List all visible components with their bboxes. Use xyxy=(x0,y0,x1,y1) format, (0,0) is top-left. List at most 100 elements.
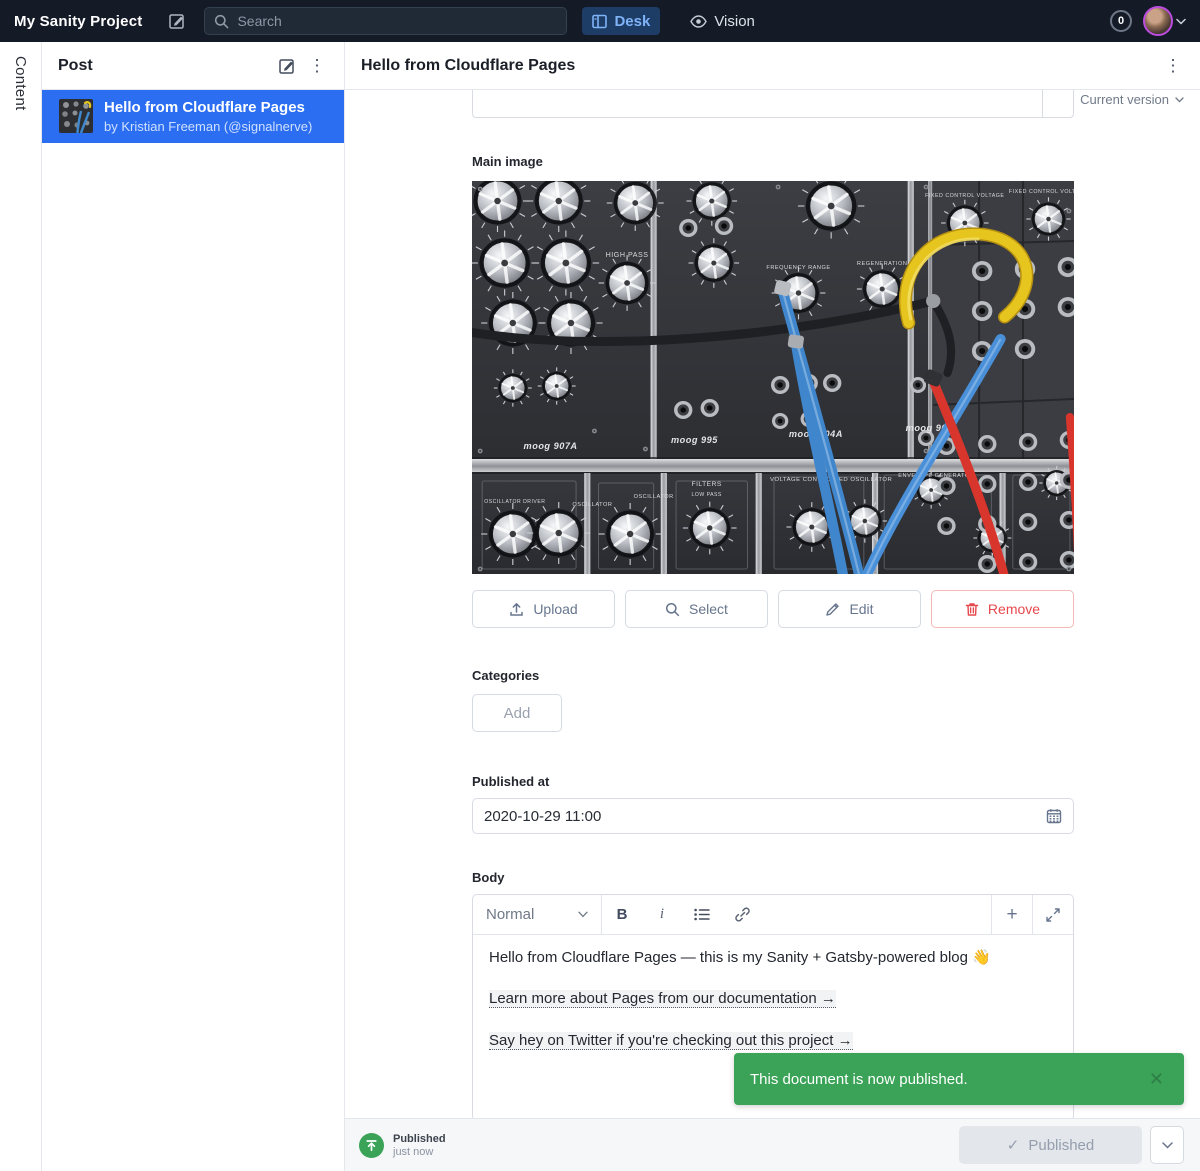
expand-icon xyxy=(1046,908,1060,922)
pane-menu-button[interactable]: ⋮ xyxy=(302,51,332,81)
select-button[interactable]: Select xyxy=(625,590,768,628)
document-header: Hello from Cloudflare Pages ⋮ xyxy=(345,42,1200,90)
content-rail[interactable]: Content xyxy=(0,42,42,1171)
remove-button[interactable]: Remove xyxy=(931,590,1074,628)
bullet-list-button[interactable] xyxy=(682,895,722,934)
publish-status-title: Published xyxy=(393,1133,446,1145)
version-selector[interactable]: Current version xyxy=(1080,92,1184,107)
svg-text:FIXED CONTROL VOLTAGE: FIXED CONTROL VOLTAGE xyxy=(1009,189,1074,195)
search-icon xyxy=(214,14,229,29)
desk-icon xyxy=(592,14,607,29)
document-pane: Hello from Cloudflare Pages ⋮ Current ve… xyxy=(345,42,1200,1171)
clipped-field xyxy=(472,90,1074,118)
publish-button[interactable]: ✓ Published xyxy=(959,1126,1142,1164)
body-link-twitter[interactable]: Say hey on Twitter if you're checking ou… xyxy=(489,1032,853,1050)
svg-text:moog 995: moog 995 xyxy=(671,435,718,445)
document-title: Hello from Cloudflare Pages xyxy=(361,57,1158,75)
sanity-studio-app: My Sanity Project Desk Vision 0 xyxy=(0,0,1200,1171)
chevron-down-icon xyxy=(1162,1142,1173,1149)
svg-text:ENVELOPE GENERATOR: ENVELOPE GENERATOR xyxy=(898,473,974,479)
svg-text:moog 907A: moog 907A xyxy=(524,441,578,451)
clipped-input[interactable] xyxy=(473,90,1042,117)
field-label-main-image: Main image xyxy=(472,154,1074,169)
bold-button[interactable]: B xyxy=(602,895,642,934)
publish-status-icon xyxy=(359,1133,384,1158)
tab-desk-label: Desk xyxy=(614,13,650,30)
calendar-icon[interactable] xyxy=(1046,808,1062,824)
kebab-menu-icon: ⋮ xyxy=(1165,57,1182,74)
svg-text:FILTERS: FILTERS xyxy=(692,481,722,488)
post-list-pane: Post ⋮ xyxy=(42,42,345,1171)
search-icon xyxy=(665,602,680,617)
italic-button[interactable]: i xyxy=(642,895,682,934)
pencil-icon xyxy=(825,602,840,617)
trash-icon xyxy=(965,602,979,617)
svg-text:LOW PASS: LOW PASS xyxy=(692,492,722,498)
svg-text:FREQUENCY RANGE: FREQUENCY RANGE xyxy=(766,265,830,271)
svg-text:OSCILLATOR DRIVER: OSCILLATOR DRIVER xyxy=(484,499,545,505)
body-link-docs[interactable]: Learn more about Pages from our document… xyxy=(489,990,836,1008)
close-icon[interactable]: ✕ xyxy=(1145,1065,1168,1094)
field-label-categories: Categories xyxy=(472,668,1074,683)
svg-text:FIXED CONTROL VOLTAGE: FIXED CONTROL VOLTAGE xyxy=(925,193,1004,199)
workspace: Content Post ⋮ xyxy=(0,42,1200,1171)
publish-toast: This document is now published. ✕ xyxy=(734,1053,1184,1105)
field-label-published-at: Published at xyxy=(472,774,1074,789)
chevron-down-icon xyxy=(1175,97,1184,103)
svg-text:REGENERATION: REGENERATION xyxy=(857,261,908,267)
plus-icon: + xyxy=(1006,904,1017,926)
publish-status-time: just now xyxy=(393,1146,446,1158)
svg-text:OSCILLATOR: OSCILLATOR xyxy=(572,502,612,508)
kebab-menu-icon: ⋮ xyxy=(309,57,326,74)
tab-vision[interactable]: Vision xyxy=(680,7,765,35)
pane-title: Post xyxy=(58,57,272,75)
svg-text:HIGH PASS: HIGH PASS xyxy=(606,252,649,259)
add-category-button[interactable]: Add xyxy=(472,694,562,732)
chevron-down-icon[interactable] xyxy=(1176,18,1186,25)
chevron-down-icon xyxy=(578,911,588,918)
publish-menu-button[interactable] xyxy=(1150,1126,1184,1164)
expand-editor-button[interactable] xyxy=(1032,895,1073,934)
check-icon: ✓ xyxy=(1007,1136,1020,1154)
topbar: My Sanity Project Desk Vision 0 xyxy=(0,0,1200,42)
compose-icon xyxy=(168,12,186,30)
published-at-field xyxy=(472,798,1074,834)
link-icon xyxy=(735,907,750,922)
main-image-preview[interactable]: HIGH PASS FREQUENCY RANGE REGENERATION FIXE… xyxy=(472,181,1074,574)
upload-button[interactable]: Upload xyxy=(472,590,615,628)
edit-button[interactable]: Edit xyxy=(778,590,921,628)
post-item-subtitle: by Kristian Freeman (@signalnerve) xyxy=(104,119,312,134)
body-paragraph: Hello from Cloudflare Pages — this is my… xyxy=(489,948,1057,968)
new-document-button[interactable] xyxy=(160,6,194,36)
errors-badge[interactable]: 0 xyxy=(1110,10,1132,32)
search-input[interactable] xyxy=(237,13,557,29)
link-button[interactable] xyxy=(722,895,762,934)
global-search[interactable] xyxy=(204,7,567,35)
project-title: My Sanity Project xyxy=(14,13,142,30)
toast-message: This document is now published. xyxy=(750,1071,1145,1088)
insert-block-button[interactable]: + xyxy=(991,895,1032,934)
content-rail-label: Content xyxy=(12,56,29,1171)
post-list-item[interactable]: Hello from Cloudflare Pages by Kristian … xyxy=(42,90,344,143)
compose-icon xyxy=(278,57,296,75)
upload-icon xyxy=(509,602,524,617)
user-avatar[interactable] xyxy=(1143,6,1173,36)
post-thumbnail xyxy=(59,99,93,133)
svg-text:OSCILLATOR: OSCILLATOR xyxy=(634,494,674,500)
eye-icon xyxy=(690,15,707,28)
clipped-field-button[interactable] xyxy=(1042,90,1073,117)
tab-vision-label: Vision xyxy=(714,13,755,30)
image-actions: Upload Select Edit xyxy=(472,590,1074,628)
post-list-header: Post ⋮ xyxy=(42,42,344,90)
main-image-photo: HIGH PASS FREQUENCY RANGE REGENERATION FIXE… xyxy=(472,181,1074,574)
document-footer: Published just now ✓ Published xyxy=(345,1118,1200,1171)
create-post-button[interactable] xyxy=(272,51,302,81)
published-at-input[interactable] xyxy=(484,808,1046,825)
form-scroll-area[interactable]: Main image xyxy=(345,90,1200,1118)
field-label-body: Body xyxy=(472,870,1074,885)
text-style-select[interactable]: Normal xyxy=(473,895,602,934)
bullet-list-icon xyxy=(694,908,710,921)
tab-desk[interactable]: Desk xyxy=(582,7,660,35)
document-menu-button[interactable]: ⋮ xyxy=(1158,51,1188,81)
version-label: Current version xyxy=(1080,92,1169,107)
